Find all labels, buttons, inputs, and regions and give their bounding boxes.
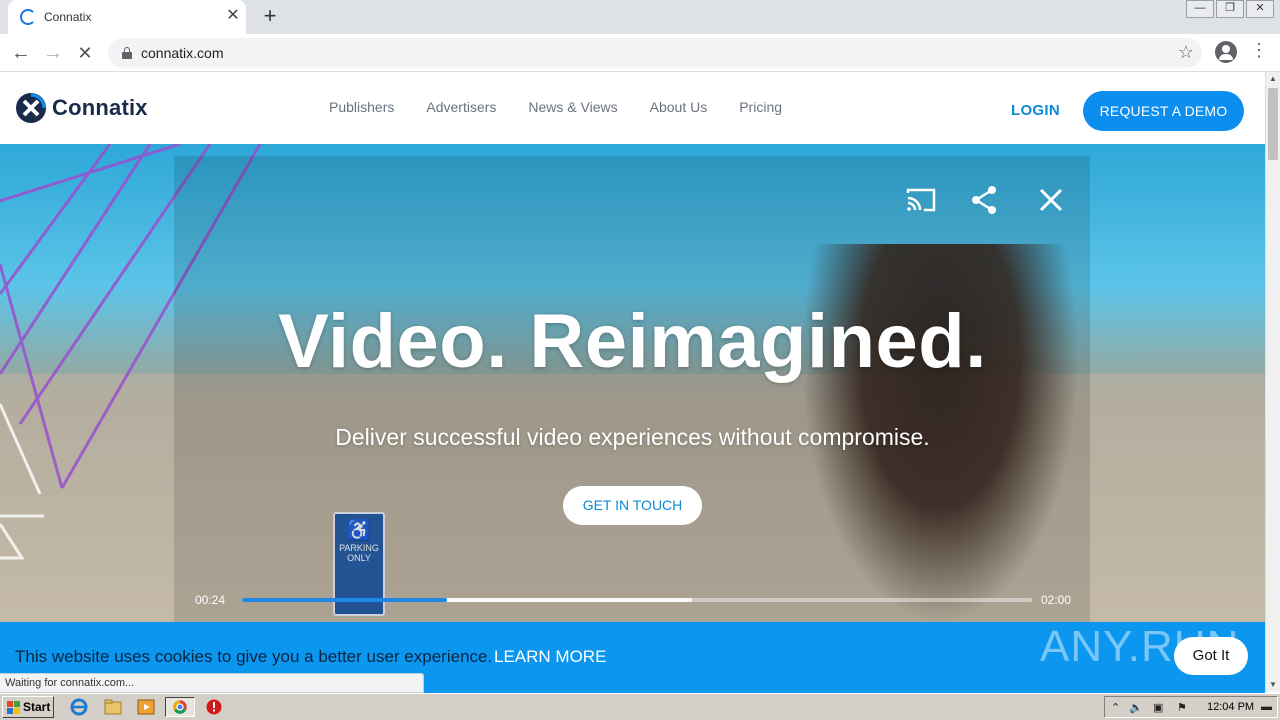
hero-title: Video. Reimagined. — [278, 299, 987, 384]
video-total-time: 02:00 — [1041, 593, 1072, 607]
action-center-flag-icon[interactable]: ⚑ — [1177, 701, 1187, 714]
window-controls: — ❐ ✕ — [1184, 0, 1274, 18]
media-player-icon[interactable] — [135, 697, 157, 717]
back-arrow-icon[interactable]: ← — [8, 40, 34, 66]
get-in-touch-button[interactable]: GET IN TOUCH — [563, 486, 702, 525]
bookmark-star-icon[interactable]: ☆ — [1178, 42, 1194, 63]
loading-spinner-icon — [20, 9, 36, 25]
browser-toolbar: ← → ✕ connatix.com ☆ — [0, 34, 1280, 72]
video-current-time: 00:24 — [195, 593, 226, 607]
close-window-button[interactable]: ✕ — [1246, 0, 1274, 18]
cookie-message: This website uses cookies to give you a … — [15, 647, 493, 666]
browser-menu-icon[interactable]: ⋮ — [1250, 40, 1268, 61]
nav-advertisers[interactable]: Advertisers — [426, 99, 496, 115]
tray-expand-icon[interactable]: ⌃ — [1111, 701, 1120, 714]
windows-taskbar: Start ⌃ 🔈 ▣ ⚑ 12:04 PM ▬ — [0, 693, 1280, 720]
profile-avatar-icon[interactable] — [1215, 41, 1237, 63]
learn-more-link[interactable]: LEARN MORE — [494, 647, 606, 667]
stop-sign-icon[interactable] — [203, 697, 225, 717]
restore-button[interactable]: ❐ — [1216, 0, 1244, 18]
windows-logo-icon — [7, 701, 20, 714]
hero-video-section: ♿ PARKING ONLY Video. Reimagined. Delive… — [0, 144, 1265, 622]
stop-loading-icon[interactable]: ✕ — [72, 40, 98, 66]
nav-about-us[interactable]: About Us — [650, 99, 708, 115]
close-icon[interactable] — [1034, 183, 1068, 217]
video-progress-bar[interactable] — [242, 598, 1032, 602]
lock-icon — [122, 47, 132, 59]
chrome-icon[interactable] — [165, 697, 195, 717]
connatix-logo[interactable]: Connatix — [16, 93, 148, 123]
main-nav: Publishers Advertisers News & Views Abou… — [313, 99, 798, 115]
logo-text: Connatix — [52, 95, 148, 120]
hero-subtitle: Deliver successful video experiences wit… — [335, 424, 930, 450]
network-icon[interactable]: ▣ — [1153, 701, 1163, 714]
scroll-thumb[interactable] — [1268, 88, 1278, 160]
page-scrollbar[interactable]: ▲ ▼ — [1265, 72, 1280, 692]
video-player[interactable] — [174, 156, 1090, 622]
file-explorer-icon[interactable] — [102, 697, 124, 717]
new-tab-button[interactable]: + — [258, 5, 282, 29]
scroll-down-icon[interactable]: ▼ — [1266, 678, 1280, 692]
minimize-button[interactable]: — — [1186, 0, 1214, 18]
cast-icon[interactable] — [904, 183, 938, 217]
share-icon[interactable] — [967, 183, 1001, 217]
status-bar: Waiting for connatix.com... — [0, 673, 424, 693]
tab-title: Connatix — [44, 10, 92, 24]
internet-explorer-icon[interactable] — [68, 697, 90, 717]
address-bar[interactable]: connatix.com ☆ — [108, 38, 1202, 68]
login-link[interactable]: LOGIN — [1011, 102, 1060, 119]
start-label: Start — [23, 700, 51, 714]
volume-icon[interactable]: 🔈 — [1129, 701, 1143, 714]
system-tray: ⌃ 🔈 ▣ ⚑ 12:04 PM ▬ — [1104, 696, 1278, 718]
cookie-accept-button[interactable]: Got It — [1174, 637, 1248, 675]
nav-pricing[interactable]: Pricing — [739, 99, 782, 115]
request-demo-button[interactable]: REQUEST A DEMO — [1083, 91, 1244, 131]
nav-publishers[interactable]: Publishers — [329, 99, 394, 115]
tab-close-icon[interactable]: ✕ — [224, 7, 242, 25]
scroll-up-icon[interactable]: ▲ — [1266, 72, 1280, 86]
show-desktop-icon[interactable]: ▬ — [1261, 701, 1272, 713]
browser-tab-bar: Connatix ✕ + — ❐ ✕ — [0, 0, 1280, 34]
taskbar-clock[interactable]: 12:04 PM — [1207, 701, 1254, 713]
start-button[interactable]: Start — [2, 696, 54, 718]
url-text[interactable]: connatix.com — [141, 45, 223, 61]
site-header: Connatix Publishers Advertisers News & V… — [0, 72, 1265, 144]
browser-tab[interactable]: Connatix ✕ — [8, 0, 246, 34]
forward-arrow-icon[interactable]: → — [40, 40, 66, 66]
nav-news-views[interactable]: News & Views — [528, 99, 617, 115]
video-progress-fill — [242, 598, 448, 602]
connatix-logo-icon — [16, 93, 46, 123]
